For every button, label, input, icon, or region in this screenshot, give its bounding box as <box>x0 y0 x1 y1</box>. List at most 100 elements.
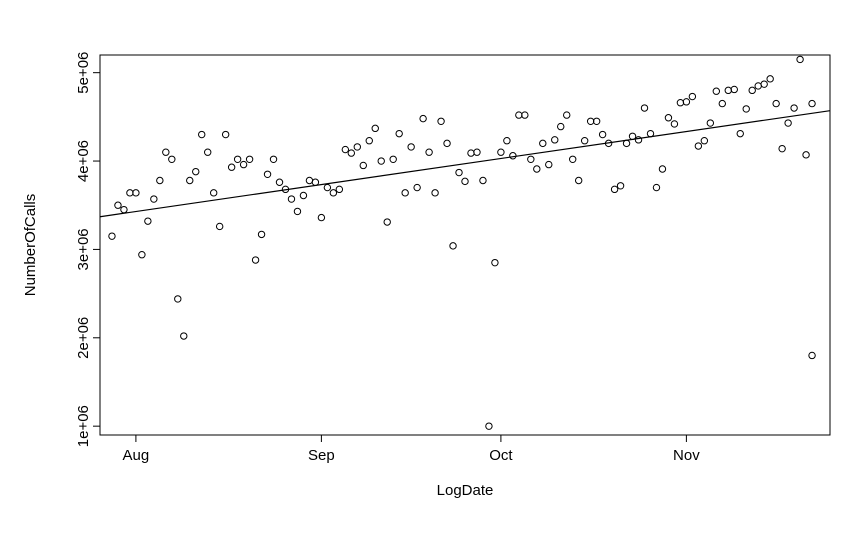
plot-frame <box>100 55 830 435</box>
data-point <box>270 156 276 162</box>
data-point <box>300 192 306 198</box>
chart-container: AugSepOctNov1e+062e+063e+064e+065e+06Log… <box>0 0 861 545</box>
data-point <box>617 183 623 189</box>
data-point <box>234 156 240 162</box>
y-axis-label: NumberOfCalls <box>22 194 39 297</box>
data-point <box>426 149 432 155</box>
data-point <box>593 118 599 124</box>
data-point <box>522 112 528 118</box>
data-point <box>809 100 815 106</box>
data-point <box>707 120 713 126</box>
y-tick-label: 2e+06 <box>75 317 92 359</box>
y-tick-label: 4e+06 <box>75 140 92 182</box>
data-point <box>384 219 390 225</box>
data-point <box>396 130 402 136</box>
data-point <box>420 115 426 121</box>
y-tick-label: 5e+06 <box>75 52 92 94</box>
x-axis-label: LogDate <box>437 482 494 499</box>
data-point <box>408 144 414 150</box>
data-point <box>773 100 779 106</box>
data-point <box>210 190 216 196</box>
data-point <box>480 177 486 183</box>
data-point <box>438 118 444 124</box>
data-point <box>474 149 480 155</box>
data-point <box>121 206 127 212</box>
data-point <box>181 333 187 339</box>
data-point <box>456 169 462 175</box>
data-point <box>175 296 181 302</box>
data-point <box>294 208 300 214</box>
data-point <box>498 149 504 155</box>
data-point <box>797 56 803 62</box>
x-tick-label: Oct <box>489 447 513 464</box>
data-point <box>486 423 492 429</box>
data-point <box>785 120 791 126</box>
y-tick-label: 3e+06 <box>75 228 92 270</box>
data-point <box>581 138 587 144</box>
data-point <box>803 152 809 158</box>
data-point <box>151 196 157 202</box>
data-point <box>348 150 354 156</box>
data-point <box>450 243 456 249</box>
data-point <box>205 149 211 155</box>
data-point <box>264 171 270 177</box>
trendline <box>100 111 830 217</box>
data-point <box>163 149 169 155</box>
data-point <box>504 138 510 144</box>
data-point <box>354 144 360 150</box>
data-point <box>653 184 659 190</box>
data-point <box>570 156 576 162</box>
x-tick-label: Nov <box>673 447 700 464</box>
data-point <box>324 184 330 190</box>
data-point <box>719 100 725 106</box>
data-point <box>468 150 474 156</box>
data-point <box>761 81 767 87</box>
x-tick-label: Sep <box>308 447 335 464</box>
data-point <box>258 231 264 237</box>
data-point <box>193 168 199 174</box>
data-point <box>228 164 234 170</box>
data-point <box>199 131 205 137</box>
data-point <box>791 105 797 111</box>
data-point <box>187 177 193 183</box>
data-point <box>731 86 737 92</box>
data-point <box>737 130 743 136</box>
data-point <box>336 186 342 192</box>
data-point <box>671 121 677 127</box>
data-point <box>139 252 145 258</box>
data-point <box>378 158 384 164</box>
data-point <box>127 190 133 196</box>
data-point <box>534 166 540 172</box>
data-point <box>115 202 121 208</box>
data-point <box>587 118 593 124</box>
data-point <box>360 162 366 168</box>
y-tick-label: 1e+06 <box>75 405 92 447</box>
scatter-chart: AugSepOctNov1e+062e+063e+064e+065e+06Log… <box>0 0 861 545</box>
data-point <box>779 145 785 151</box>
data-point <box>665 115 671 121</box>
data-point <box>288 196 294 202</box>
data-point <box>432 190 438 196</box>
data-point <box>462 178 468 184</box>
data-point <box>755 83 761 89</box>
data-point <box>157 177 163 183</box>
data-point <box>372 125 378 131</box>
data-point <box>444 140 450 146</box>
data-point <box>641 105 647 111</box>
data-point <box>749 87 755 93</box>
data-point <box>552 137 558 143</box>
data-point <box>276 179 282 185</box>
data-point <box>342 146 348 152</box>
data-point <box>516 112 522 118</box>
data-point <box>713 88 719 94</box>
data-point <box>611 186 617 192</box>
data-point <box>689 93 695 99</box>
data-point <box>402 190 408 196</box>
data-point <box>695 143 701 149</box>
data-point <box>145 218 151 224</box>
data-point <box>599 131 605 137</box>
data-point <box>306 177 312 183</box>
data-point <box>240 161 246 167</box>
data-point <box>546 161 552 167</box>
data-point <box>318 214 324 220</box>
